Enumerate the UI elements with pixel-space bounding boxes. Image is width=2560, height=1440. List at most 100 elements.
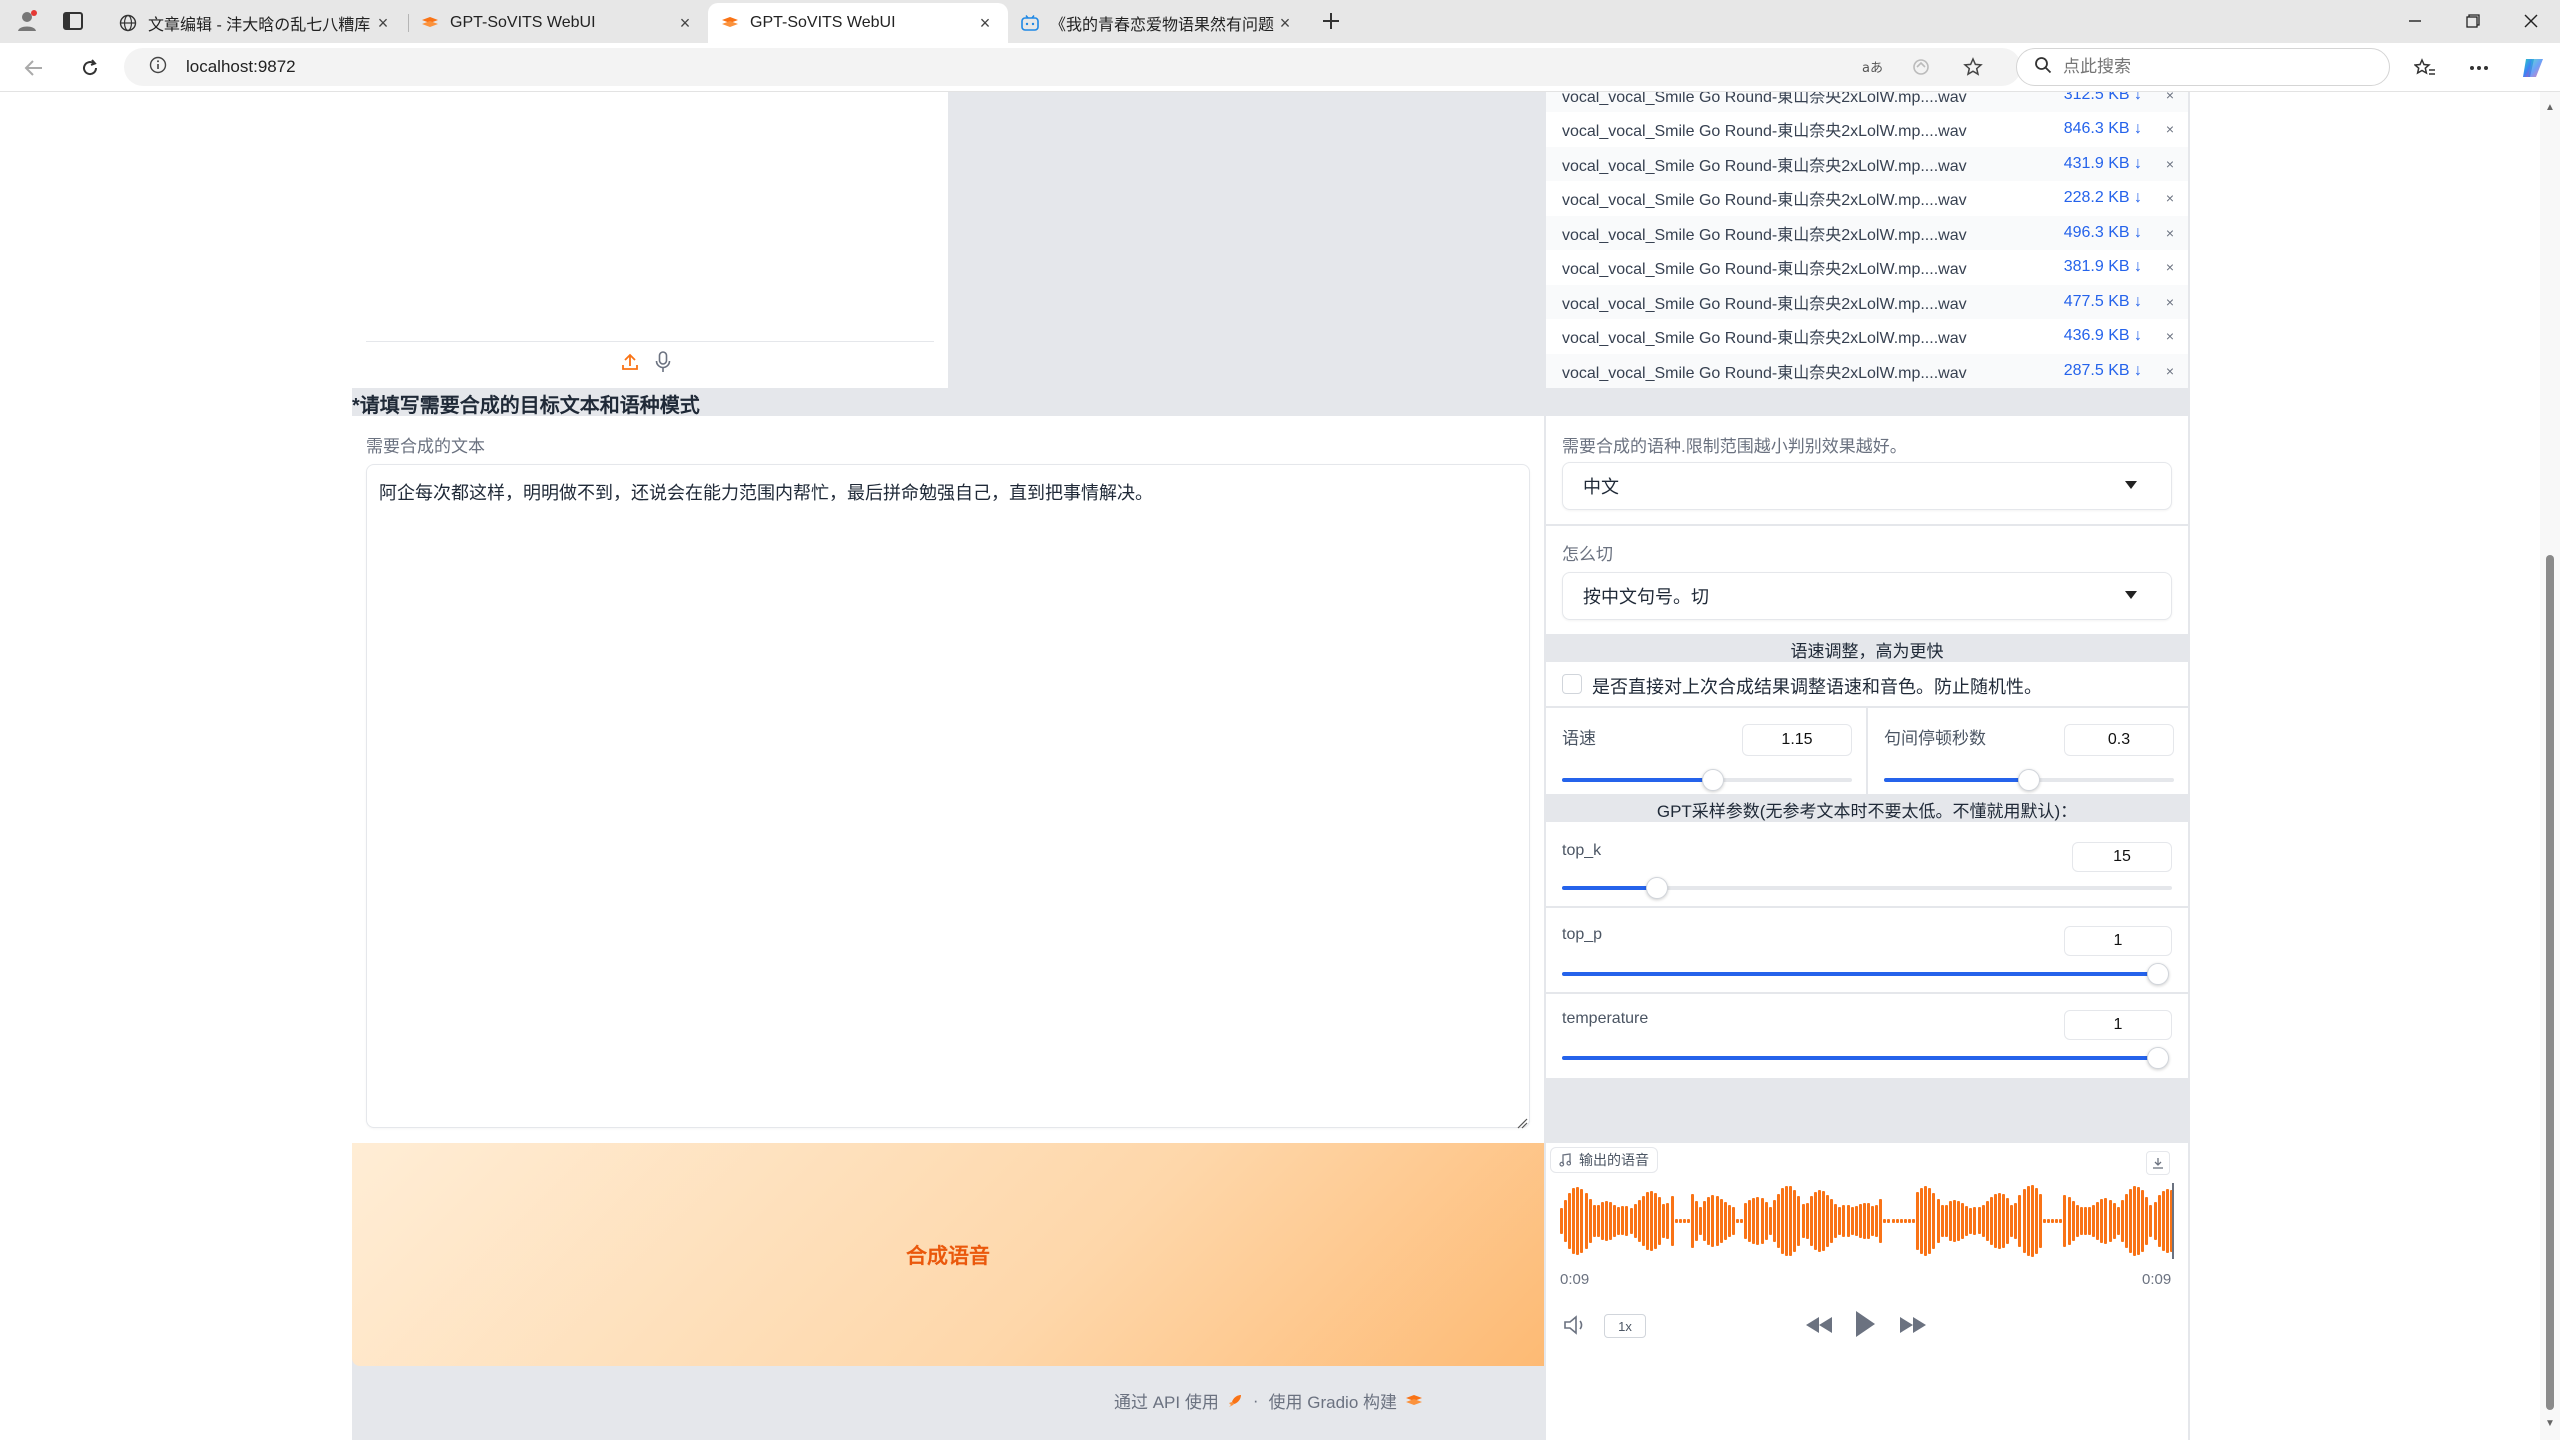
- play-icon[interactable]: [1850, 1307, 1880, 1341]
- new-tab-icon[interactable]: [1316, 6, 1346, 36]
- pause-slider[interactable]: [1884, 769, 2174, 791]
- reference-audio-upload[interactable]: [352, 92, 948, 388]
- file-name[interactable]: vocal_vocal_Smile Go Round-東山奈央2xLolW.mp…: [1562, 324, 1967, 348]
- back-icon[interactable]: [18, 52, 50, 84]
- translate-icon[interactable]: aあ: [1855, 48, 1889, 86]
- tab-gpt-sovits-1[interactable]: GPT-SoVITS WebUI ×: [408, 3, 708, 43]
- scroll-up-icon[interactable]: ▲: [2544, 102, 2556, 113]
- file-row[interactable]: vocal_vocal_Smile Go Round-東山奈央2xLolW.mp…: [1546, 181, 2188, 215]
- tab-bilibili[interactable]: 《我的青春恋爱物语果然有问题》 ×: [1008, 3, 1308, 43]
- file-download-link[interactable]: 496.3 KB ↓: [2064, 224, 2142, 242]
- file-row[interactable]: vocal_vocal_Smile Go Round-東山奈央2xLolW.mp…: [1546, 250, 2188, 284]
- close-icon[interactable]: ×: [1274, 13, 1296, 34]
- speed-slider-thumb[interactable]: [1701, 769, 1724, 791]
- pause-slider-thumb[interactable]: [2018, 769, 2040, 791]
- fast-forward-icon[interactable]: [1896, 1311, 1930, 1339]
- minimize-icon[interactable]: [2395, 4, 2435, 38]
- file-download-link[interactable]: 477.5 KB ↓: [2064, 293, 2142, 311]
- file-download-link[interactable]: 228.2 KB ↓: [2064, 189, 2142, 207]
- volume-icon[interactable]: [1562, 1313, 1590, 1337]
- file-name[interactable]: vocal_vocal_Smile Go Round-東山奈央2xLolW.mp…: [1562, 255, 1967, 279]
- file-row[interactable]: vocal_vocal_Smile Go Round-東山奈央2xLolW.mp…: [1546, 285, 2188, 319]
- url-text[interactable]: localhost:9872: [186, 57, 296, 77]
- file-download-link[interactable]: 287.5 KB ↓: [2064, 362, 2142, 380]
- temperature-number-input[interactable]: 1: [2064, 1010, 2172, 1040]
- temperature-slider[interactable]: [1562, 1047, 2169, 1069]
- speed-slider[interactable]: [1562, 769, 1852, 791]
- remove-file-icon[interactable]: ×: [2166, 156, 2174, 172]
- close-icon[interactable]: ×: [974, 13, 996, 34]
- favorite-star-icon[interactable]: [1956, 48, 1990, 86]
- remove-file-icon[interactable]: ×: [2166, 92, 2174, 103]
- api-link[interactable]: 通过 API 使用: [1114, 1388, 1219, 1413]
- temperature-slider-thumb[interactable]: [2147, 1047, 2169, 1069]
- remove-file-icon[interactable]: ×: [2166, 328, 2174, 344]
- gradio-link[interactable]: 使用 Gradio 构建: [1269, 1388, 1397, 1413]
- file-download-link[interactable]: 846.3 KB ↓: [2064, 120, 2142, 138]
- remove-file-icon[interactable]: ×: [2166, 259, 2174, 275]
- adjust-last-result-checkbox[interactable]: [1562, 674, 1582, 694]
- download-icon[interactable]: [2146, 1151, 2170, 1175]
- top-k-number-input[interactable]: 15: [2072, 842, 2172, 872]
- file-row[interactable]: vocal_vocal_Smile Go Round-東山奈央2xLolW.mp…: [1546, 92, 2188, 112]
- rewind-icon[interactable]: [1802, 1311, 1836, 1339]
- url-bar[interactable]: localhost:9872 aあ: [124, 48, 2021, 86]
- speed-number-input[interactable]: 1.15: [1742, 724, 1852, 756]
- remove-file-icon[interactable]: ×: [2166, 363, 2174, 379]
- top-p-slider-thumb[interactable]: [2147, 963, 2169, 985]
- file-row[interactable]: vocal_vocal_Smile Go Round-東山奈央2xLolW.mp…: [1546, 354, 2188, 388]
- file-download-link[interactable]: 431.9 KB ↓: [2064, 155, 2142, 173]
- tab-gpt-sovits-2[interactable]: GPT-SoVITS WebUI ×: [708, 3, 1008, 43]
- tab-article-edit[interactable]: 文章编辑 - 沣大晗の乱七八糟库 ×: [106, 3, 406, 43]
- microphone-icon[interactable]: [654, 351, 676, 375]
- top-k-slider[interactable]: [1562, 877, 2172, 899]
- file-name[interactable]: vocal_vocal_Smile Go Round-東山奈央2xLolW.mp…: [1562, 221, 1967, 245]
- more-options-icon[interactable]: [2462, 52, 2496, 84]
- file-name[interactable]: vocal_vocal_Smile Go Round-東山奈央2xLolW.mp…: [1562, 117, 1967, 141]
- waveform[interactable]: [1560, 1183, 2174, 1259]
- file-name[interactable]: vocal_vocal_Smile Go Round-東山奈央2xLolW.mp…: [1562, 186, 1967, 210]
- window-close-icon[interactable]: [2511, 4, 2551, 38]
- close-icon[interactable]: ×: [372, 13, 394, 34]
- tab-actions-icon[interactable]: [58, 6, 88, 36]
- upload-icon[interactable]: [620, 352, 642, 374]
- remove-file-icon[interactable]: ×: [2166, 225, 2174, 241]
- reader-mode-icon[interactable]: [1904, 48, 1938, 86]
- file-name[interactable]: vocal_vocal_Smile Go Round-東山奈央2xLolW.mp…: [1562, 359, 1967, 383]
- file-download-link[interactable]: 312.5 KB ↓: [2064, 92, 2142, 104]
- scroll-down-icon[interactable]: ▼: [2544, 1418, 2556, 1429]
- browser-search-box[interactable]: [2016, 48, 2390, 86]
- file-download-link[interactable]: 381.9 KB ↓: [2064, 258, 2142, 276]
- playback-speed-button[interactable]: 1x: [1604, 1314, 1646, 1338]
- site-info-icon[interactable]: [138, 56, 178, 79]
- target-text-input[interactable]: [366, 464, 1530, 1128]
- scrollbar-thumb[interactable]: [2546, 555, 2554, 1410]
- file-name[interactable]: vocal_vocal_Smile Go Round-東山奈央2xLolW.mp…: [1562, 92, 1967, 107]
- profile-icon[interactable]: [12, 6, 42, 36]
- file-row[interactable]: vocal_vocal_Smile Go Round-東山奈央2xLolW.mp…: [1546, 147, 2188, 181]
- file-row[interactable]: vocal_vocal_Smile Go Round-東山奈央2xLolW.mp…: [1546, 216, 2188, 250]
- synthesize-button[interactable]: 合成语音: [352, 1143, 1544, 1366]
- remove-file-icon[interactable]: ×: [2166, 294, 2174, 310]
- refresh-icon[interactable]: [74, 52, 106, 84]
- top-k-slider-thumb[interactable]: [1645, 877, 1668, 899]
- top-p-number-input[interactable]: 1: [2064, 926, 2172, 956]
- copilot-icon[interactable]: [2516, 52, 2550, 84]
- file-download-link[interactable]: 436.9 KB ↓: [2064, 327, 2142, 345]
- close-icon[interactable]: ×: [674, 13, 696, 34]
- top-p-slider[interactable]: [1562, 963, 2169, 985]
- file-row[interactable]: vocal_vocal_Smile Go Round-東山奈央2xLolW.mp…: [1546, 112, 2188, 146]
- file-row[interactable]: vocal_vocal_Smile Go Round-東山奈央2xLolW.mp…: [1546, 319, 2188, 353]
- pause-number-input[interactable]: 0.3: [2064, 724, 2174, 756]
- favorites-icon[interactable]: [2408, 52, 2442, 84]
- language-dropdown[interactable]: 中文: [1562, 462, 2172, 510]
- page-scrollbar[interactable]: ▲ ▼: [2540, 92, 2560, 1440]
- file-name[interactable]: vocal_vocal_Smile Go Round-東山奈央2xLolW.mp…: [1562, 152, 1967, 176]
- remove-file-icon[interactable]: ×: [2166, 121, 2174, 137]
- file-name[interactable]: vocal_vocal_Smile Go Round-東山奈央2xLolW.mp…: [1562, 290, 1967, 314]
- restore-icon[interactable]: [2453, 4, 2493, 38]
- remove-file-icon[interactable]: ×: [2166, 190, 2174, 206]
- search-input[interactable]: [2063, 57, 2363, 77]
- cut-method-dropdown[interactable]: 按中文句号。切: [1562, 572, 2172, 620]
- resize-handle-icon[interactable]: [1516, 1114, 1528, 1129]
